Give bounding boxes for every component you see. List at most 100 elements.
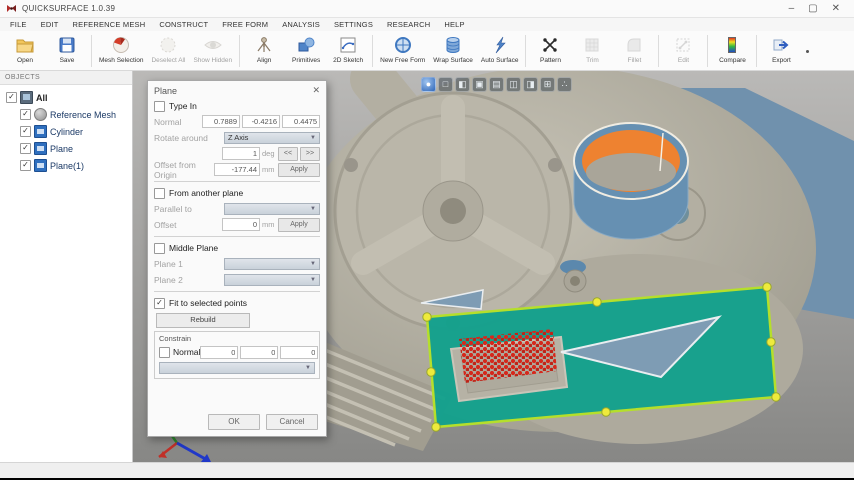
fitted-cylinder[interactable]: [574, 123, 688, 239]
middle-plane-checkbox[interactable]: [154, 243, 165, 254]
plane-offset-field[interactable]: [222, 218, 260, 231]
menu-construct[interactable]: CONSTRUCT: [159, 20, 208, 29]
constrain-normal-checkbox[interactable]: [159, 347, 170, 358]
view-control-button-3[interactable]: ◧: [455, 77, 470, 92]
cancel-button[interactable]: Cancel: [266, 414, 318, 430]
tree-item-plane1[interactable]: Plane(1): [2, 157, 130, 174]
pattern-button[interactable]: Pattern: [529, 32, 571, 70]
toolbar-label: Edit: [678, 57, 689, 64]
all-objects-icon: [20, 91, 33, 104]
selected-points-region[interactable]: [451, 329, 567, 401]
normal-y-field[interactable]: [242, 115, 280, 128]
plane2-select[interactable]: ▼: [224, 274, 320, 286]
checkbox-plane[interactable]: [20, 143, 31, 154]
menu-research[interactable]: RESEARCH: [387, 20, 430, 29]
checkbox-plane1[interactable]: [20, 160, 31, 171]
toolbar-label: 2D Sketch: [333, 57, 363, 64]
rotate-axis-select[interactable]: Z Axis▼: [224, 132, 320, 144]
new-free-form-button[interactable]: New Free Form: [376, 32, 429, 70]
cylinder-mesh-floor: [586, 153, 676, 191]
align-button[interactable]: Align: [243, 32, 285, 70]
menu-reference-mesh[interactable]: REFERENCE MESH: [73, 20, 146, 29]
rotate-back-button[interactable]: <<: [278, 147, 298, 161]
checkbox-all[interactable]: [6, 92, 17, 103]
view-control-button-9[interactable]: ∴: [557, 77, 572, 92]
offset-origin-field[interactable]: [214, 163, 260, 176]
tree-item-plane[interactable]: Plane: [2, 140, 130, 157]
plane1-select[interactable]: ▼: [224, 258, 320, 270]
toolbar-label: Wrap Surface: [433, 57, 473, 64]
minimize-button[interactable]: –: [789, 4, 795, 14]
menu-analysis[interactable]: ANALYSIS: [282, 20, 320, 29]
type-in-checkbox[interactable]: [154, 101, 165, 112]
tree-item-reference-mesh[interactable]: Reference Mesh: [2, 106, 130, 123]
toolbar-separator: [658, 35, 659, 67]
normal-x-field[interactable]: [202, 115, 240, 128]
rotate-step-field[interactable]: [222, 147, 260, 160]
constrain-y-field[interactable]: [240, 346, 278, 359]
export-more-dot[interactable]: [806, 50, 809, 53]
pattern-icon: [540, 34, 560, 56]
menu-free-form[interactable]: FREE FORM: [222, 20, 268, 29]
plane-offset-apply-button[interactable]: Apply: [278, 218, 320, 232]
primitives-button[interactable]: Primitives: [285, 32, 327, 70]
toolbar-separator: [525, 35, 526, 67]
view-control-button-4[interactable]: ▣: [472, 77, 487, 92]
view-orbit-button[interactable]: ●: [421, 77, 436, 92]
ok-button[interactable]: OK: [208, 414, 260, 430]
export-button[interactable]: Export: [760, 32, 802, 70]
view-control-button-5[interactable]: ▤: [489, 77, 504, 92]
export-arrow-icon: [771, 34, 791, 56]
edit-button[interactable]: Edit: [662, 32, 704, 70]
tree-item-all[interactable]: All: [2, 89, 130, 106]
close-button[interactable]: ✕: [832, 4, 840, 14]
rebuild-button[interactable]: Rebuild: [156, 313, 250, 328]
mesh-selection-button[interactable]: Mesh Selection: [95, 32, 147, 70]
toolbar-separator: [372, 35, 373, 67]
plane-dialog-title: Plane: [154, 86, 177, 96]
menu-edit[interactable]: EDIT: [41, 20, 59, 29]
from-another-plane-checkbox[interactable]: [154, 188, 165, 199]
view-control-button-8[interactable]: ⊞: [540, 77, 555, 92]
maximize-button[interactable]: ▢: [808, 4, 817, 14]
menu-help[interactable]: HELP: [444, 20, 464, 29]
constrain-select[interactable]: ▼: [159, 362, 315, 374]
sketch-2d-button[interactable]: 2D Sketch: [327, 32, 369, 70]
fit-points-checkbox[interactable]: [154, 298, 165, 309]
offset-origin-apply-button[interactable]: Apply: [278, 163, 320, 177]
constrain-x-field[interactable]: [200, 346, 238, 359]
toolbar-label: Show Hidden: [193, 57, 232, 64]
reference-mesh-icon: [34, 108, 47, 121]
toolbar-label: Align: [257, 57, 271, 64]
checkbox-reference-mesh[interactable]: [20, 109, 31, 120]
app-logo-icon: [6, 3, 17, 14]
toolbar-label: New Free Form: [380, 57, 425, 64]
fillet-button[interactable]: Fillet: [613, 32, 655, 70]
trim-button[interactable]: Trim: [571, 32, 613, 70]
constrain-z-field[interactable]: [280, 346, 318, 359]
toolbar-label: Save: [60, 57, 75, 64]
plane-dialog: Plane ✕ Type In Normal Rotate around Z A…: [147, 80, 327, 437]
view-control-button-6[interactable]: ◫: [506, 77, 521, 92]
compare-colormap-icon: [722, 34, 742, 56]
view-control-button-7[interactable]: ◨: [523, 77, 538, 92]
open-button[interactable]: Open: [4, 32, 46, 70]
rotate-forward-button[interactable]: >>: [300, 147, 320, 161]
menu-settings[interactable]: SETTINGS: [334, 20, 373, 29]
show-hidden-button[interactable]: Show Hidden: [189, 32, 236, 70]
wrap-surface-button[interactable]: Wrap Surface: [429, 32, 477, 70]
checkbox-cylinder[interactable]: [20, 126, 31, 137]
plane-dialog-titlebar[interactable]: Plane ✕: [154, 84, 320, 97]
divider: [154, 291, 320, 292]
save-button[interactable]: Save: [46, 32, 88, 70]
auto-surface-button[interactable]: Auto Surface: [477, 32, 523, 70]
constrain-group: Constrain Normal ▼: [154, 331, 320, 379]
view-control-button-2[interactable]: □: [438, 77, 453, 92]
menu-file[interactable]: FILE: [10, 20, 27, 29]
dialog-close-icon[interactable]: ✕: [312, 85, 320, 96]
parallel-to-select[interactable]: ▼: [224, 203, 320, 215]
normal-z-field[interactable]: [282, 115, 320, 128]
deselect-all-button[interactable]: Deselect All: [147, 32, 189, 70]
tree-item-cylinder[interactable]: Cylinder: [2, 123, 130, 140]
compare-button[interactable]: Compare: [711, 32, 753, 70]
